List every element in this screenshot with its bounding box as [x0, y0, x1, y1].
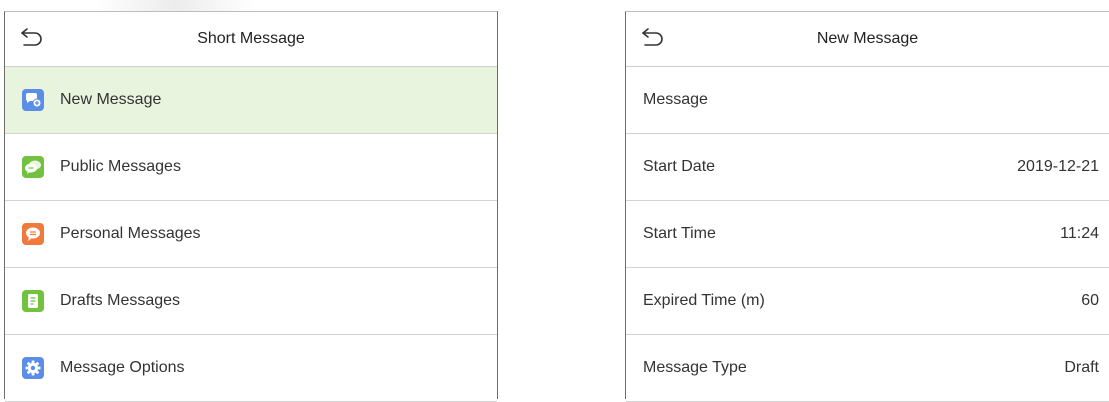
back-arrow-icon [641, 27, 665, 52]
menu-item-drafts-messages[interactable]: Drafts Messages [5, 268, 497, 335]
menu-item-label: New Message [60, 91, 162, 108]
menu-item-label: Personal Messages [60, 225, 201, 242]
back-arrow-icon [20, 27, 44, 52]
field-label: Start Time [643, 225, 716, 242]
drafts-messages-icon [22, 290, 44, 312]
page-title: Short Message [197, 30, 305, 47]
menu-item-public-messages[interactable]: Public Messages [5, 134, 497, 201]
field-label: Start Date [643, 158, 716, 175]
field-message[interactable]: Message [626, 67, 1109, 134]
menu-item-message-options[interactable]: Message Options [5, 335, 497, 402]
new-message-screen: New Message Message Start Date 2019-12-2… [625, 11, 1109, 402]
field-value: 2019-12-21 [1017, 158, 1099, 175]
menu-item-label: Message Options [60, 359, 185, 376]
field-value: Draft [1064, 359, 1099, 376]
gear-icon [22, 357, 44, 379]
menu-item-personal-messages[interactable]: Personal Messages [5, 201, 497, 268]
field-label: Message Type [643, 359, 747, 376]
back-button[interactable] [640, 27, 666, 51]
page-title: New Message [816, 30, 919, 47]
short-message-screen: Short Message New Message Public Message… [4, 11, 498, 402]
field-start-date[interactable]: Start Date 2019-12-21 [626, 134, 1109, 201]
header: Short Message [5, 12, 497, 67]
field-start-time[interactable]: Start Time 11:24 [626, 201, 1109, 268]
field-message-type[interactable]: Message Type Draft [626, 335, 1109, 402]
menu-item-new-message[interactable]: New Message [5, 67, 497, 134]
public-messages-icon [22, 156, 44, 178]
menu-item-label: Public Messages [60, 158, 181, 175]
field-value: 60 [1081, 292, 1099, 309]
new-message-icon [22, 89, 44, 111]
field-value: 11:24 [1060, 225, 1099, 242]
menu-item-label: Drafts Messages [60, 292, 181, 309]
header: New Message [626, 12, 1109, 67]
personal-messages-icon [22, 223, 44, 245]
field-label: Expired Time (m) [643, 292, 765, 309]
back-button[interactable] [19, 27, 45, 51]
field-label: Message [643, 91, 708, 108]
field-expired-time[interactable]: Expired Time (m) 60 [626, 268, 1109, 335]
